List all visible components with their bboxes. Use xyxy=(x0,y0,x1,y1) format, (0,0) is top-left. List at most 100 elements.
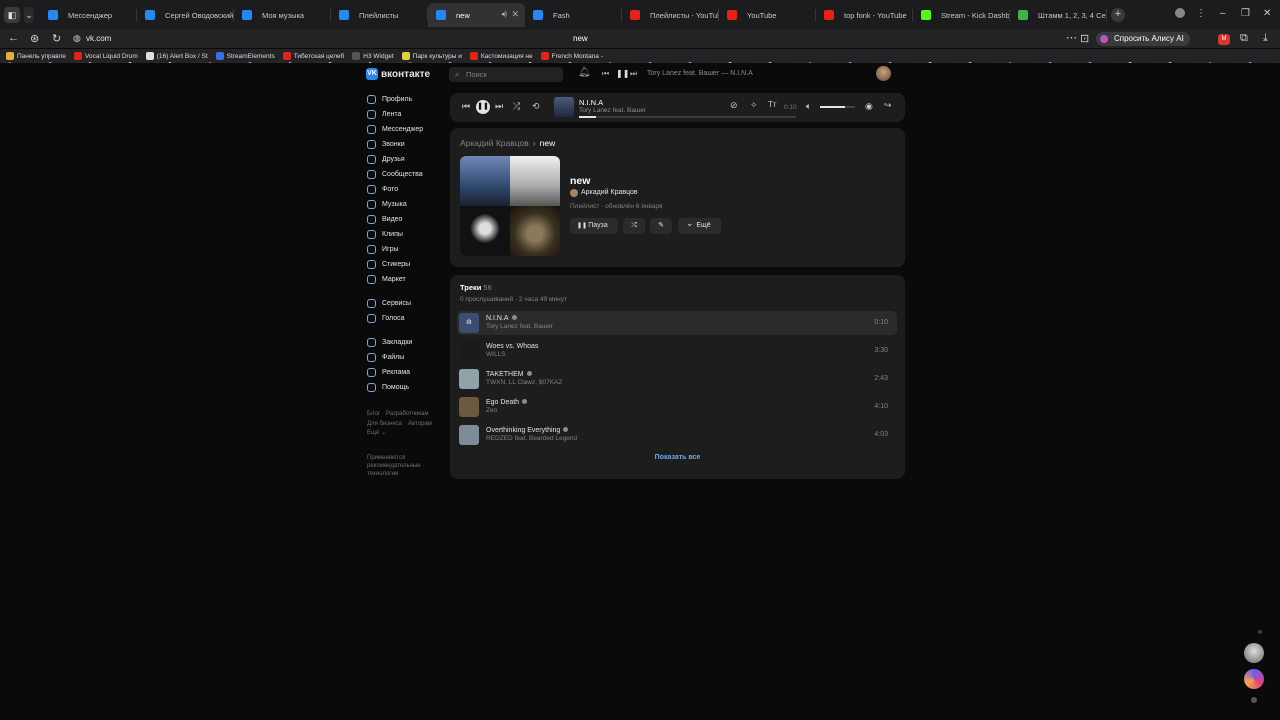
track-row[interactable]: TAKETHEM TWXN, LL Clawz, $07KAZ 2:43 xyxy=(457,367,897,391)
nav-item-17[interactable]: Реклама xyxy=(366,366,446,381)
tab-10[interactable]: Штамм 1, 2, 3, 4 Сезон Сe xyxy=(1010,3,1107,27)
track-row[interactable]: Ego Death Zeo 4:10 xyxy=(457,395,897,419)
nav-item-0[interactable]: Профиль xyxy=(366,93,446,108)
track-progress-bar[interactable] xyxy=(579,116,796,118)
nav-item-16[interactable]: Файлы xyxy=(366,351,446,366)
track-artist[interactable]: REDZED feat. Bearded Legend xyxy=(486,435,577,442)
tab-4[interactable]: new ◂) ✕ xyxy=(428,3,525,27)
next-track-icon[interactable]: ⏭ xyxy=(495,101,503,112)
tab-5[interactable]: Fash xyxy=(525,3,622,27)
tab-2[interactable]: Моя музыка xyxy=(234,3,331,27)
close-window-icon[interactable]: ✕ xyxy=(1263,8,1271,19)
repeat-icon[interactable]: ⟲ xyxy=(532,101,540,112)
edit-button[interactable]: ✎ xyxy=(650,218,672,234)
minimize-icon[interactable]: – xyxy=(1220,8,1226,19)
bookmark-item[interactable]: French Montana - xyxy=(540,52,603,60)
nav-item-8[interactable]: Видео xyxy=(366,213,446,228)
tab-8[interactable]: top fonk - YouTube xyxy=(816,3,913,27)
bookmark-item[interactable]: Vocal Liquid Drum xyxy=(73,52,138,60)
nav-item-9[interactable]: Клипы xyxy=(366,228,446,243)
track-row[interactable]: ılı N.I.N.A Tory Lanez feat. Вашег 0:10 xyxy=(457,311,897,335)
track-row[interactable]: Overthinking Everything REDZED feat. Bear… xyxy=(457,423,897,447)
tab-close-icon[interactable]: ✕ xyxy=(511,9,519,20)
footer-link[interactable]: Блог xyxy=(367,411,380,417)
track-artist[interactable]: TWXN, LL Clawz, $07KAZ xyxy=(486,379,562,386)
prev-track-icon[interactable]: ⏮ xyxy=(462,101,470,112)
volume-slider[interactable] xyxy=(820,106,855,108)
nav-item-13[interactable]: Сервисы xyxy=(366,297,446,312)
tab-list-button[interactable]: ⌄ xyxy=(24,7,34,23)
bookmark-item[interactable]: Кастомизация не xyxy=(469,52,533,60)
pause-button[interactable]: ❚❚ xyxy=(476,100,490,114)
nav-item-1[interactable]: Лента xyxy=(366,108,446,123)
track-thumbnail[interactable] xyxy=(459,369,479,389)
nav-item-4[interactable]: Друзья xyxy=(366,153,446,168)
track-thumbnail[interactable] xyxy=(459,397,479,417)
ask-alice-button[interactable]: Спросить Алису AI xyxy=(1096,32,1190,46)
user-avatar[interactable] xyxy=(876,66,891,81)
shuffle-icon[interactable]: ⤮ xyxy=(513,101,520,112)
header-prev-icon[interactable]: ⏮ xyxy=(602,69,609,79)
notifications-bell-icon[interactable]: 🔔︎ xyxy=(578,67,591,78)
breadcrumb-parent[interactable]: Аркадий Кравцов xyxy=(460,138,529,148)
playlist-pause-button[interactable]: Пауза xyxy=(570,218,618,234)
vk-logo[interactable]: VK вконтакте xyxy=(366,68,430,80)
extensions-icon[interactable]: ⊛ xyxy=(30,32,39,45)
bookmark-item[interactable]: Панель управле xyxy=(6,52,66,60)
playlist-cover[interactable] xyxy=(460,156,560,256)
wave-icon[interactable]: ✧ xyxy=(750,100,758,111)
more-button[interactable]: Ещё xyxy=(678,215,721,234)
track-row[interactable]: Woes vs. Whoas WILLS 3:30 xyxy=(457,339,897,363)
header-pause-icon[interactable]: ❚❚ xyxy=(616,69,629,78)
nav-item-14[interactable]: Голоса xyxy=(366,312,446,327)
nav-item-12[interactable]: Маркет xyxy=(366,273,446,288)
nav-item-10[interactable]: Игры xyxy=(366,243,446,258)
footer-link[interactable]: Разработчикам xyxy=(386,411,429,417)
current-track-title[interactable]: N.I.N.A xyxy=(579,98,603,107)
new-tab-button[interactable]: + xyxy=(1111,8,1125,22)
track-title[interactable]: TAKETHEM xyxy=(486,371,532,378)
tab-audio-icon[interactable]: ◂) xyxy=(501,10,507,18)
back-arrow-icon[interactable]: ← xyxy=(8,32,19,44)
tab-9[interactable]: Stream - Kick Dashboard xyxy=(913,3,1010,27)
volume-icon[interactable]: 🔈︎ xyxy=(806,101,811,112)
tab-6[interactable]: Плейлисты - YouTube xyxy=(622,3,719,27)
nav-item-3[interactable]: Звонки xyxy=(366,138,446,153)
track-thumbnail[interactable] xyxy=(459,425,479,445)
nav-item-11[interactable]: Стикеры xyxy=(366,258,446,273)
track-artist[interactable]: Tory Lanez feat. Вашег xyxy=(486,323,553,330)
reload-icon[interactable]: ↻ xyxy=(52,32,61,45)
footer-link[interactable]: Авторам xyxy=(408,421,432,427)
nav-item-6[interactable]: Фото xyxy=(366,183,446,198)
track-thumbnail[interactable]: ılı xyxy=(459,313,479,333)
profile-icon[interactable] xyxy=(1175,8,1185,18)
shuffle-button[interactable]: ⤮ xyxy=(623,218,645,234)
tab-1[interactable]: Сергей Оводовский xyxy=(137,3,234,27)
current-track-artist[interactable]: Tory Lanez feat. Вашег xyxy=(579,107,646,114)
tab-7[interactable]: YouTube xyxy=(719,3,816,27)
track-title[interactable]: Woes vs. Whoas xyxy=(486,343,538,350)
assistant-orb-icon[interactable] xyxy=(1244,669,1264,689)
track-title[interactable]: N.I.N.A xyxy=(486,315,517,322)
nav-item-5[interactable]: Сообщества xyxy=(366,168,446,183)
url-field[interactable]: vk.com xyxy=(86,34,111,43)
bookmark-item[interactable]: Парк культуры и xyxy=(401,52,462,60)
nav-item-15[interactable]: Закладки xyxy=(366,336,446,351)
lyrics-icon[interactable]: Tт xyxy=(768,100,777,109)
restore-icon[interactable]: ❐ xyxy=(1241,8,1250,19)
header-next-icon[interactable]: ⏭ xyxy=(630,69,637,79)
search-input[interactable]: ⌕ Поиск xyxy=(449,67,563,82)
track-thumbnail[interactable] xyxy=(459,341,479,361)
chat-avatar[interactable] xyxy=(1244,643,1264,663)
show-all-link[interactable]: Показать все xyxy=(450,454,905,461)
tabs-menu-icon[interactable]: ⋮ xyxy=(1196,8,1206,19)
broadcast-icon[interactable]: ◉ xyxy=(865,101,873,112)
dislike-icon[interactable]: ⊘ xyxy=(730,100,738,111)
nav-item-2[interactable]: Мессенджер xyxy=(366,123,446,138)
bookmark-item[interactable]: Тибетская целеб xyxy=(282,52,344,60)
chat-bubble-icon[interactable] xyxy=(1251,697,1257,703)
tab-3[interactable]: Плейлисты xyxy=(331,3,428,27)
bookmark-item[interactable]: H3 Widget xyxy=(352,52,394,60)
browser-menu-button[interactable]: ◧ xyxy=(4,7,20,23)
download-icon[interactable]: ⤓ xyxy=(1263,32,1268,45)
